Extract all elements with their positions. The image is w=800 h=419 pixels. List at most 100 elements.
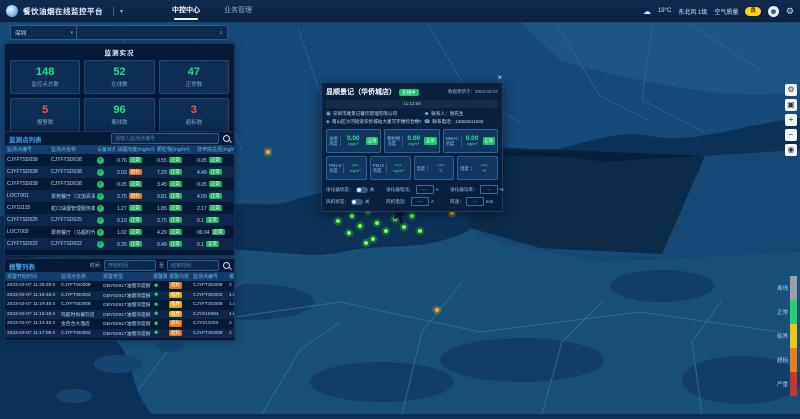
monitor-row[interactable]: CJYS1115 蛇口油烟管理服务康乐中心 ✓ 1.27正常 1.85正常 2.…: [5, 202, 234, 214]
tab-business-management[interactable]: 业务管理: [224, 0, 252, 22]
gauge-value: 0.00: [407, 135, 420, 142]
contact-phone: 联系电话：13802541933: [432, 119, 483, 125]
confirm-person-icon[interactable]: ☻: [153, 321, 159, 327]
confirm-person-icon[interactable]: ☻: [153, 311, 159, 317]
city-select[interactable]: 深圳 ▾: [10, 25, 78, 40]
monitor-table-header: 监测点编号监测点名称设备状态油烟浓度(mg/m³)颗粒物(mg/m³)非甲烷总烃…: [5, 145, 234, 154]
dust-value: 0.49: [157, 242, 167, 248]
alarm-time: 2023-03-07 11:28:29.0: [5, 281, 59, 291]
alarm-row[interactable]: 2023-03-07 11:28:29.0 CJYFTSD008 GBY6291…: [5, 281, 234, 291]
stat-label: 正常数: [186, 80, 203, 88]
alarm-row[interactable]: 2023-03-07 11:19:48.0 CJYFTSD008 GBY6291…: [5, 300, 234, 310]
tab-control-center[interactable]: 中控中心: [172, 0, 200, 22]
region-select[interactable]: ∧: [76, 25, 228, 40]
alarm-start-time-input[interactable]: [104, 260, 156, 271]
user-avatar-icon[interactable]: ☻: [768, 6, 779, 17]
alarm-row[interactable]: 2023-03-07 11:19:48.0 CJYFTSD003 GBY6291…: [5, 291, 234, 301]
alarm-row[interactable]: 2023-03-07 11:15:18.0 玛超时尚餐饮店 GBY62917油烟…: [5, 310, 234, 320]
gauge-value: ---: [352, 162, 359, 169]
nmhc-value: 0.05: [197, 158, 207, 164]
gauge-unit: mg/m³: [348, 142, 359, 147]
fan-toggle[interactable]: [351, 199, 363, 205]
monitor-name: CJYFTSD038: [49, 154, 95, 166]
dust-status-badge: 正常: [169, 217, 182, 224]
alarm-end-time-input[interactable]: [167, 260, 219, 271]
monitor-row[interactable]: CJYFTSD038 CJYFTSD038 ✓ 0.05正常 3.45正常 0.…: [5, 178, 234, 190]
confirm-person-icon[interactable]: ☻: [153, 302, 159, 308]
map-frame-icon[interactable]: ▣: [785, 99, 797, 111]
confirm-person-icon[interactable]: ☻: [153, 292, 159, 298]
smoke-value: 2.75: [117, 194, 127, 200]
alarm-column-header: 报警开始时间: [5, 272, 59, 281]
nmhc-value: 2.17: [197, 206, 207, 212]
legend-swatch: [790, 348, 797, 372]
gauge-value: ---: [481, 162, 488, 169]
alarm-value: 1.8: [227, 291, 234, 301]
purifier-toggle[interactable]: [356, 187, 368, 193]
locate-icon[interactable]: ◉: [785, 144, 797, 156]
nmhc-status-badge: 正常: [206, 217, 219, 224]
close-icon[interactable]: ×: [497, 74, 502, 82]
search-icon[interactable]: [223, 262, 230, 269]
monitor-row[interactable]: LOCT002 翠苑餐厅（马超时代广场店） ✓ 1.02正常 4.29正常 00…: [5, 226, 234, 238]
gauge-value: 0.00: [466, 135, 479, 142]
monitor-table: 监测点编号监测点名称设备状态油烟浓度(mg/m³)颗粒物(mg/m³)非甲烷总烃…: [5, 145, 234, 250]
zoom-in-icon[interactable]: +: [785, 114, 797, 126]
stat-label: 监控点总数: [31, 80, 59, 88]
monitor-search-input[interactable]: [111, 133, 219, 144]
alarm-type: GBY62917油烟浓度报警: [101, 319, 151, 329]
monitor-table-body: CJYFTSD038 CJYFTSD038 ✓ 0.76正常 0.55正常 0.…: [5, 154, 234, 250]
monitor-code: LOCT002: [5, 226, 49, 238]
alarm-content-badge: 临界: [169, 292, 182, 299]
monitor-row[interactable]: CJYFTSD038 CJYFTSD038 ✓ 2.03超标 7.29正常 4.…: [5, 166, 234, 178]
gauge-row-1: 油烟浓度 0.00mg/m³ 正常 颗粒物浓度 0.00mg/m³ 正常 NMH…: [326, 129, 498, 153]
monitor-row[interactable]: LOCT001 翠苑餐厅（汉加百货店） ✓ 2.75超标 9.81正常 4.09…: [5, 190, 234, 202]
monitor-column-header: 监测点编号: [5, 145, 49, 154]
online-status-badge: 在线中: [399, 89, 419, 96]
purifier-current-unit: A: [436, 187, 439, 192]
aqi-label: 空气质量: [714, 7, 738, 16]
search-icon[interactable]: [223, 135, 230, 142]
dust-status-badge: 正常: [169, 169, 182, 176]
stat-card: 52 在线数: [84, 60, 154, 94]
chevron-down-icon[interactable]: ▾: [120, 8, 123, 15]
alarm-type: GBY62917油烟浓度报警: [101, 310, 151, 320]
map-control-buttons: ⚙ ▣ + − ◉: [785, 84, 797, 156]
stats-title: 监测实况: [5, 44, 234, 59]
confirm-person-icon[interactable]: ☻: [153, 330, 159, 336]
monitor-row[interactable]: CJYFTSD022 CJYFTSD022 ✓ 0.35正常 0.49正常 0.…: [5, 238, 234, 250]
gauge-value: 0.00: [347, 135, 360, 142]
nmhc-status-badge: 正常: [209, 157, 222, 164]
stat-label: 在线数: [111, 80, 128, 88]
alarm-time: 2023-03-07 11:17:08.0: [5, 329, 59, 339]
dust-status-badge: 正常: [169, 181, 182, 188]
person-icon: ☻: [424, 111, 429, 117]
device-online-icon: ✓: [97, 229, 104, 236]
confirm-person-icon[interactable]: ☻: [153, 283, 159, 289]
purifier-power-value: --: [480, 185, 498, 194]
device-online-icon: ✓: [97, 205, 104, 212]
wind-speed-unit: m/s: [486, 199, 493, 204]
stat-label: 离线数: [111, 118, 128, 126]
dust-value: 9.81: [157, 194, 167, 200]
map-settings-icon[interactable]: ⚙: [785, 84, 797, 96]
monitor-row[interactable]: CJYFTSD038 CJYFTSD038 ✓ 0.76正常 0.55正常 0.…: [5, 154, 234, 166]
gear-icon[interactable]: ⚙: [786, 6, 794, 17]
monitor-code: CJYFTSD022: [5, 238, 49, 250]
alarm-row[interactable]: 2023-03-07 11:14:48.0 金百合大酒店 GBY62917油烟浓…: [5, 319, 234, 329]
fan-current-value: ----: [411, 197, 429, 206]
legend-swatch: [790, 300, 797, 324]
monitor-panel-head: 监测点列表: [5, 132, 234, 145]
zoom-out-icon[interactable]: −: [785, 129, 797, 141]
dust-status-badge: 正常: [169, 205, 182, 212]
alarm-row[interactable]: 2023-03-07 11:17:08.0 CJYFTSD003 GBY6291…: [5, 329, 234, 339]
stat-value: 52: [113, 67, 125, 78]
alarm-type: GBY62917油烟浓度报警: [101, 329, 151, 339]
purifier-current-label: 净化器电流：: [386, 187, 414, 193]
monitor-row[interactable]: CJYFTSD025 CJYFTSD025 ✓ 0.19正常 3.75正常 0.…: [5, 214, 234, 226]
legend-item: 超标: [774, 348, 797, 372]
device-online-icon: ✓: [97, 193, 104, 200]
stats-grid: 148 监控点总数 52 在线数 47 正常数 5 报警数 96 离线数: [5, 59, 234, 133]
smoke-value: 0.35: [117, 242, 127, 248]
monitor-column-header: 设备状态: [95, 145, 115, 154]
